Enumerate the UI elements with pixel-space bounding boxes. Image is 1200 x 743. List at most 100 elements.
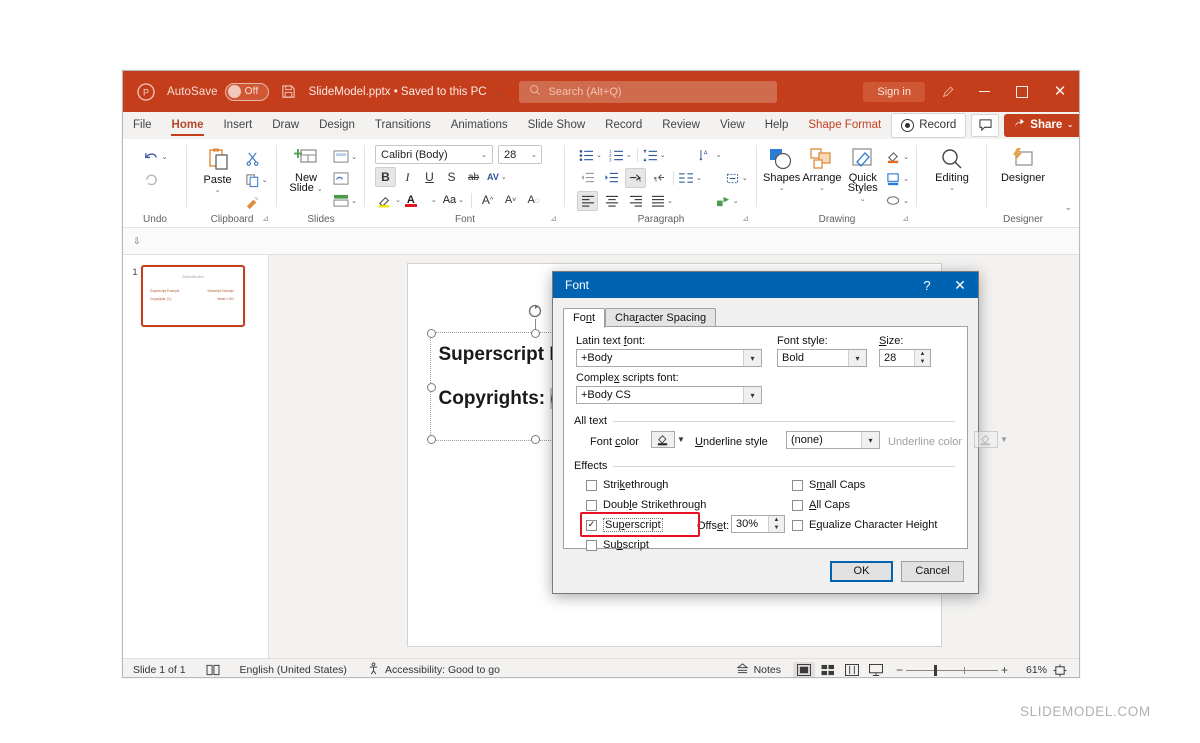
align-center-button[interactable] — [601, 191, 622, 211]
tab-design[interactable]: Design — [309, 112, 365, 138]
chevron-down-icon[interactable]: ▾ — [861, 432, 879, 448]
font-name-combo[interactable]: Calibri (Body) ⌄ — [375, 145, 493, 164]
notes-page-icon[interactable] — [196, 664, 230, 676]
tab-file[interactable]: File — [123, 112, 162, 138]
view-slide-sorter-button[interactable] — [817, 662, 839, 678]
increase-font-size-button[interactable]: A ^ — [477, 190, 498, 210]
arrange-button[interactable]: Arrange ⌄ — [802, 145, 841, 192]
paste-button[interactable]: Paste ⌄ — [195, 145, 241, 194]
clipboard-dialog-launcher[interactable]: ⊿ — [262, 211, 269, 226]
character-spacing-button[interactable]: AV ⌄ — [485, 167, 509, 187]
tab-view[interactable]: View — [710, 112, 755, 138]
chevron-down-icon[interactable]: ▾ — [743, 350, 761, 366]
shape-outline-button[interactable]: ⌄ — [884, 169, 911, 189]
slide-count[interactable]: Slide 1 of 1 — [123, 664, 196, 676]
decrease-font-size-button[interactable]: A ˅ — [500, 190, 521, 210]
justify-button[interactable]: ⌄ — [649, 191, 675, 211]
autosave-toggle[interactable]: Off — [224, 82, 269, 101]
text-shadow-button[interactable]: S — [441, 167, 462, 187]
checkbox-box[interactable] — [792, 519, 803, 531]
cancel-button[interactable]: Cancel — [901, 560, 964, 582]
checkbox-all-caps[interactable]: All Caps — [792, 497, 850, 513]
text-direction-button[interactable]: A ⌄ — [697, 145, 724, 165]
record-button[interactable]: Record — [891, 112, 967, 138]
spinner-down-icon[interactable]: ▼ — [915, 358, 930, 366]
font-color-dropdown-icon[interactable]: ▼ — [677, 435, 685, 444]
change-case-button[interactable]: Aa ⌄ — [441, 190, 466, 210]
share-button[interactable]: Share ⌄ — [1004, 113, 1079, 137]
comment-icon[interactable] — [971, 113, 1000, 137]
shape-fill-button[interactable]: ⌄ — [884, 147, 911, 167]
font-color-button[interactable]: A ⌄ — [404, 190, 439, 210]
spinner-up-icon[interactable]: ▲ — [915, 350, 930, 358]
qat-dropdown-icon[interactable]: ⇩ — [133, 236, 141, 247]
tab-help[interactable]: Help — [755, 112, 799, 138]
dialog-tab-character-spacing[interactable]: Character Spacing — [605, 308, 717, 327]
chevron-down-icon[interactable]: ▾ — [848, 350, 866, 366]
zoom-slider[interactable]: − + — [893, 664, 1011, 676]
view-slideshow-button[interactable] — [865, 662, 887, 678]
tab-transitions[interactable]: Transitions — [365, 112, 441, 138]
text-highlight-button[interactable]: ⌄ — [375, 190, 403, 210]
view-reading-button[interactable] — [841, 662, 863, 678]
tab-record[interactable]: Record — [595, 112, 652, 138]
zoom-knob[interactable] — [934, 664, 937, 676]
checkbox-equalize-character-height[interactable]: Equalize Character Height — [792, 517, 937, 533]
convert-smartart-button[interactable]: ⌄ — [714, 191, 741, 211]
complex-font-combo[interactable]: +Body CS ▾ — [576, 386, 762, 404]
tab-home[interactable]: Home — [162, 112, 214, 138]
redo-button[interactable] — [141, 169, 170, 189]
line-spacing-button[interactable]: ⌄ — [641, 145, 668, 165]
search-box[interactable]: Search (Alt+Q) — [519, 80, 778, 103]
zoom-percent[interactable]: 61% — [1017, 664, 1047, 676]
dialog-close-button[interactable]: ✕ — [942, 277, 978, 294]
language-indicator[interactable]: English (United States) — [230, 664, 357, 676]
ok-button[interactable]: OK — [830, 560, 893, 582]
numbering-button[interactable]: 123 ⌄ — [607, 145, 634, 165]
ribbon-collapse-button[interactable]: ⌄ — [1064, 202, 1072, 213]
layout-button[interactable]: ⌄ — [331, 147, 359, 167]
spinner-down-icon[interactable]: ▼ — [769, 524, 784, 532]
zoom-in-button[interactable]: + — [998, 664, 1011, 676]
font-dialog-launcher[interactable]: ⊿ — [550, 211, 557, 226]
size-spinner-buttons[interactable]: ▲ ▼ — [914, 350, 930, 366]
latin-font-combo[interactable]: +Body ▾ — [576, 349, 762, 367]
close-button[interactable]: ✕ — [1041, 71, 1079, 112]
resize-handle-bl[interactable] — [426, 435, 436, 444]
underline-button[interactable]: U — [419, 167, 440, 187]
editing-button[interactable]: Editing ⌄ — [929, 145, 975, 192]
copy-button[interactable]: ⌄ — [243, 170, 270, 190]
resize-handle-ml[interactable] — [426, 382, 436, 392]
checkbox-strikethrough[interactable]: Strikethrough — [586, 477, 668, 493]
slide-thumbnail-1[interactable]: SlideModel Superscript Example Copyright… — [141, 265, 245, 327]
tab-draw[interactable]: Draw — [262, 112, 309, 138]
decrease-indent-button[interactable] — [577, 168, 598, 188]
tab-insert[interactable]: Insert — [213, 112, 262, 138]
paragraph-dialog-launcher[interactable]: ⊿ — [742, 211, 749, 226]
designer-button[interactable]: Designer — [1000, 145, 1046, 184]
checkbox-small-caps[interactable]: Small Caps — [792, 477, 865, 493]
columns-button[interactable]: ⌄ — [677, 168, 704, 188]
file-name[interactable]: SlideModel.pptx • Saved to this PC ⌄ — [309, 86, 502, 98]
minimize-button[interactable] — [965, 71, 1003, 112]
size-spinner[interactable]: 28 ▲ ▼ — [879, 349, 931, 367]
font-style-combo[interactable]: Bold ▾ — [777, 349, 867, 367]
save-icon[interactable] — [281, 84, 296, 99]
ltr-direction-button[interactable]: ¶ — [625, 168, 646, 188]
rotate-handle-icon[interactable] — [527, 303, 543, 319]
bold-button[interactable]: B — [375, 167, 396, 187]
tab-slide-show[interactable]: Slide Show — [518, 112, 596, 138]
shape-effects-button[interactable]: ⌄ — [884, 191, 911, 211]
notes-button[interactable]: Notes — [726, 663, 791, 677]
resize-handle-tl[interactable] — [426, 329, 436, 338]
tab-review[interactable]: Review — [652, 112, 710, 138]
align-left-button[interactable] — [577, 191, 598, 211]
zoom-track[interactable] — [906, 664, 998, 676]
section-button[interactable]: ⌄ — [331, 191, 359, 211]
new-slide-button[interactable]: New Slide ⌄ — [283, 145, 329, 195]
shapes-button[interactable]: Shapes ⌄ — [763, 145, 800, 192]
tab-shape-format[interactable]: Shape Format — [798, 112, 891, 138]
align-right-button[interactable] — [625, 191, 646, 211]
maximize-button[interactable] — [1003, 71, 1041, 112]
tab-animations[interactable]: Animations — [441, 112, 518, 138]
